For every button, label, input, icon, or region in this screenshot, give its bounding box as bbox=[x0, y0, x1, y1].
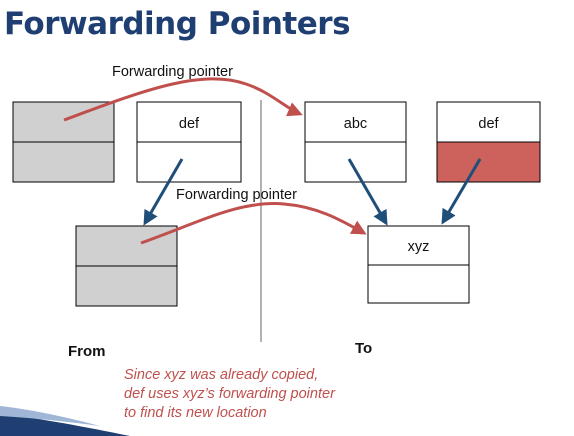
to-space-label: To bbox=[355, 340, 373, 357]
forwarding-pointer-label-middle: Forwarding pointer bbox=[176, 187, 297, 203]
cell-def-from: def bbox=[178, 116, 200, 132]
corner-swoosh bbox=[0, 406, 130, 436]
note-line-3: to find its new location bbox=[124, 405, 267, 421]
cell-xyz-to: xyz bbox=[407, 239, 430, 255]
from-object-def bbox=[136, 101, 242, 183]
note-line-1: Since xyz was already copied, bbox=[124, 367, 319, 383]
to-object-def bbox=[436, 101, 541, 183]
explanation-note: Since xyz was already copied, def uses x… bbox=[124, 366, 335, 423]
from-object-evacuated-top bbox=[12, 101, 115, 183]
forwarding-pointer-label-top: Forwarding pointer bbox=[112, 64, 233, 80]
note-line-2: def uses xyz’s forwarding pointer bbox=[124, 386, 335, 402]
to-object-xyz bbox=[367, 225, 470, 304]
cell-def-to: def bbox=[478, 116, 499, 132]
cell-abc-to: abc bbox=[343, 116, 368, 132]
from-object-evacuated-bottom bbox=[75, 225, 178, 307]
from-space-label: From bbox=[68, 343, 106, 360]
